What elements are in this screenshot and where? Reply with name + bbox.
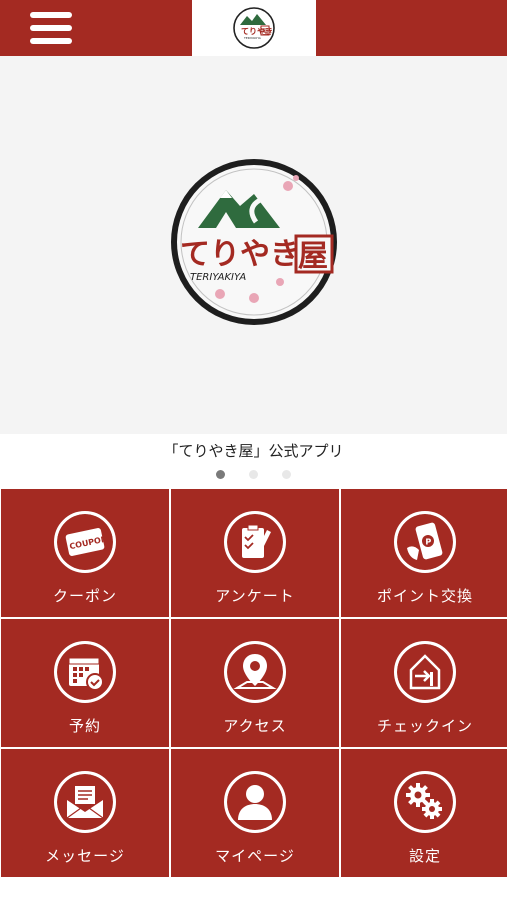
check-in-label: チェックイン	[376, 717, 473, 735]
hero-banner-carousel[interactable]: てりやき 屋 TERIYAKIYA	[0, 56, 507, 434]
carousel-dot-2[interactable]	[249, 470, 258, 479]
message-label: メッセージ	[45, 847, 125, 865]
menu-grid: COUPON クーポン アンケート P ポイント交換 予約 アクセス チェックイ…	[1, 489, 507, 877]
coupon-tile[interactable]: COUPON クーポン	[1, 489, 169, 617]
settings-tile[interactable]: 設定	[341, 749, 507, 877]
settings-gears-icon	[394, 771, 456, 833]
map-pin-icon	[224, 641, 286, 703]
svg-text:P: P	[425, 537, 431, 546]
carousel-pagination	[0, 470, 507, 482]
access-label: アクセス	[223, 717, 287, 735]
teriyakiya-logo: てりやき 屋 TERIYAKIYA	[171, 159, 337, 325]
message-envelope-icon	[54, 771, 116, 833]
calendar-check-icon	[54, 641, 116, 703]
user-profile-icon	[224, 771, 286, 833]
carousel-caption: 「てりやき屋」公式アプリ	[163, 442, 344, 460]
point-exchange-label: ポイント交換	[376, 587, 473, 605]
coupon-icon: COUPON	[54, 511, 116, 573]
svg-text:てりやき: てりやき	[180, 237, 300, 272]
coupon-label: クーポン	[52, 587, 117, 605]
access-tile[interactable]: アクセス	[171, 619, 339, 747]
carousel-dot-3[interactable]	[282, 470, 291, 479]
svg-text:TERIYAKIYA: TERIYAKIYA	[243, 36, 262, 40]
message-tile[interactable]: メッセージ	[1, 749, 169, 877]
point-exchange-tile[interactable]: P ポイント交換	[341, 489, 507, 617]
point-exchange-phone-icon: P	[394, 511, 456, 573]
svg-text:屋: 屋	[298, 239, 328, 274]
check-in-door-icon	[394, 641, 456, 703]
survey-label: アンケート	[215, 587, 295, 605]
survey-clipboard-icon	[224, 511, 286, 573]
my-page-tile[interactable]: マイページ	[171, 749, 339, 877]
bottom-spacer	[0, 877, 507, 900]
svg-text:TERIYAKIYA: TERIYAKIYA	[190, 272, 246, 283]
teriyakiya-logo-small: てりやき 屋 TERIYAKIYA	[233, 7, 275, 49]
reservation-label: 予約	[68, 717, 101, 735]
survey-tile[interactable]: アンケート	[171, 489, 339, 617]
hamburger-menu-icon[interactable]	[18, 6, 86, 50]
header-logo[interactable]: てりやき 屋 TERIYAKIYA	[192, 0, 316, 56]
settings-label: 設定	[408, 847, 441, 865]
my-page-label: マイページ	[215, 847, 295, 865]
svg-text:屋: 屋	[262, 28, 269, 36]
carousel-dot-1[interactable]	[216, 470, 225, 479]
check-in-tile[interactable]: チェックイン	[341, 619, 507, 747]
app-header: てりやき 屋 TERIYAKIYA	[0, 0, 507, 56]
reservation-tile[interactable]: 予約	[1, 619, 169, 747]
